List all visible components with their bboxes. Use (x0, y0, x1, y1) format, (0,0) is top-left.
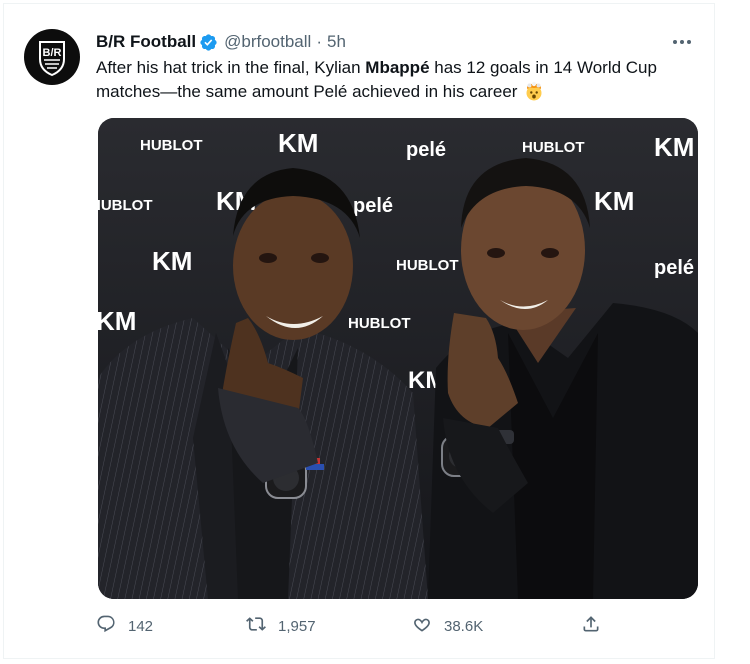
share-icon (581, 614, 601, 638)
tweet-actions: 142 1,957 38.6K (96, 612, 616, 640)
tweet-text: After his hat trick in the final, Kylian… (96, 56, 696, 104)
reply-count: 142 (128, 617, 154, 635)
verified-badge-icon (199, 33, 218, 52)
handle[interactable]: @brfootball (224, 32, 311, 52)
backdrop-hublot-1: HUBLOT (140, 137, 203, 154)
backdrop-pele-1: pelé (406, 139, 446, 161)
tweet-text-bold: Mbappé (365, 58, 430, 77)
avatar-text: B/R (43, 47, 62, 59)
backdrop-hublot-2: HUBLOT (522, 139, 585, 156)
backdrop-hublot-4: HUBLOT (396, 257, 459, 274)
like-button[interactable]: 38.6K (412, 612, 483, 640)
retweet-icon (246, 614, 266, 638)
separator-dot: · (316, 32, 322, 51)
tweet-text-start: After his hat trick in the final, Kylian (96, 58, 366, 77)
backdrop-km-5: KM (152, 246, 192, 276)
display-name[interactable]: B/R Football (96, 32, 196, 52)
backdrop-km-1: KM (278, 128, 318, 158)
retweet-button[interactable]: 1,957 (246, 612, 316, 640)
backdrop-km-2: KM (654, 132, 694, 162)
backdrop-hublot-5: HUBLOT (348, 315, 411, 332)
backdrop-hublot-3: HUBLOT (98, 197, 153, 214)
timestamp[interactable]: 5h (327, 32, 346, 52)
br-logo-icon: B/R (39, 41, 65, 77)
heart-icon (412, 614, 432, 638)
backdrop-km-6: KM (98, 306, 136, 336)
br-football-avatar[interactable]: B/R (24, 29, 80, 85)
backdrop-km-4: KM (594, 186, 634, 216)
tweet-photo[interactable]: HUBLOT KM pelé HUBLOT KM HUBLOT KM pelé … (98, 118, 698, 599)
exploding-head-emoji-icon (524, 81, 544, 101)
backdrop-pele-3: pelé (654, 257, 694, 279)
share-button[interactable] (581, 612, 601, 640)
like-count: 38.6K (444, 617, 484, 635)
tweet-header: B/R Football @brfootball · 5h (96, 31, 346, 53)
retweet-count: 1,957 (278, 617, 316, 635)
backdrop-pele-2: pelé (353, 195, 393, 217)
pele-mbappe-photo: HUBLOT KM pelé HUBLOT KM HUBLOT KM pelé … (98, 118, 698, 599)
reply-icon (96, 614, 116, 638)
reply-button[interactable]: 142 (96, 612, 153, 640)
tweet-card[interactable]: B/R B/R Football @brfootball · 5h After … (3, 3, 715, 659)
more-options-icon[interactable] (670, 32, 694, 52)
